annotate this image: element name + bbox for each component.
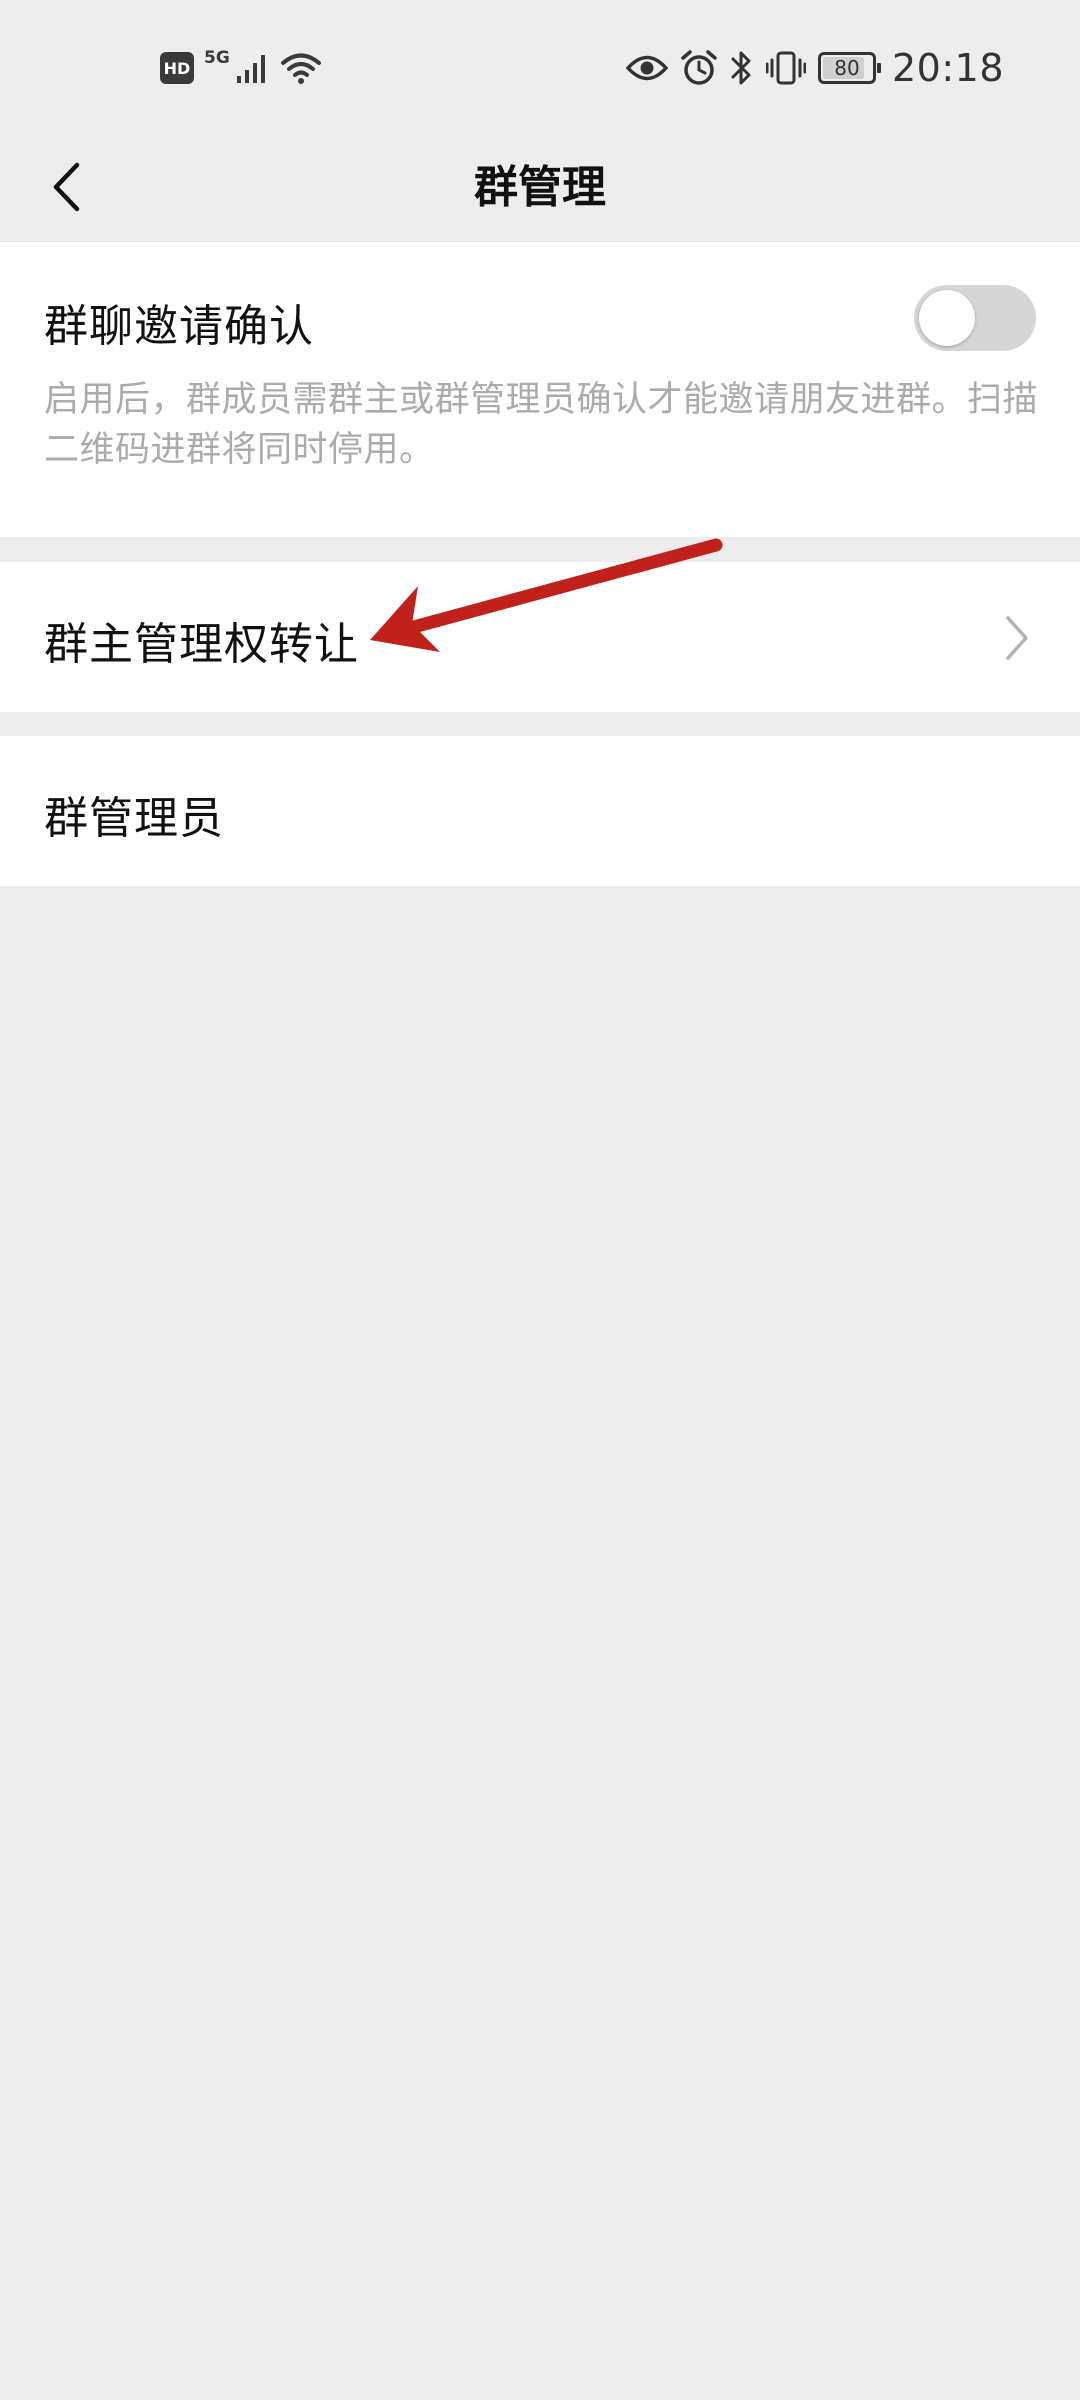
- hd-icon: HD: [160, 52, 194, 84]
- chevron-right-icon: [1006, 616, 1028, 660]
- invite-confirm-toggle[interactable]: [914, 285, 1036, 351]
- status-left: HD 5G: [160, 46, 322, 90]
- page-title: 群管理: [474, 162, 606, 213]
- battery-level: 80: [834, 56, 860, 80]
- bluetooth-icon: [731, 51, 751, 85]
- vibrate-icon: [765, 51, 806, 85]
- nav-bar: 群管理: [0, 135, 1080, 240]
- network-type: 5G: [204, 48, 230, 68]
- status-bar: HD 5G 80 20:18: [0, 0, 1080, 135]
- invite-confirm-description: 启用后，群成员需群主或群管理员确认才能邀请朋友进群。扫描二维码进群将同时停用。: [44, 380, 1039, 470]
- group-admins-row[interactable]: 群管理员: [0, 736, 1080, 886]
- eye-icon: [625, 55, 668, 81]
- transfer-owner-row[interactable]: 群主管理权转让: [0, 562, 1080, 712]
- group-admins-label: 群管理员: [44, 793, 224, 844]
- wifi-icon: [280, 53, 321, 84]
- invite-confirm-card: 群聊邀请确认 启用后，群成员需群主或群管理员确认才能邀请朋友进群。扫描二维码进群…: [0, 241, 1080, 537]
- signal-icon: [236, 55, 265, 83]
- transfer-owner-label: 群主管理权转让: [44, 619, 359, 670]
- status-time: 20:18: [891, 46, 1004, 90]
- screen: HD 5G 80 20:18 群管理 群聊邀请确认 启用后，群成员需群主或群管理…: [0, 0, 1080, 2400]
- toggle-knob: [919, 290, 975, 346]
- status-right: 80 20:18: [625, 44, 1004, 92]
- alarm-icon: [681, 50, 717, 85]
- invite-confirm-label: 群聊邀请确认: [44, 301, 314, 352]
- battery-icon: 80: [817, 52, 881, 84]
